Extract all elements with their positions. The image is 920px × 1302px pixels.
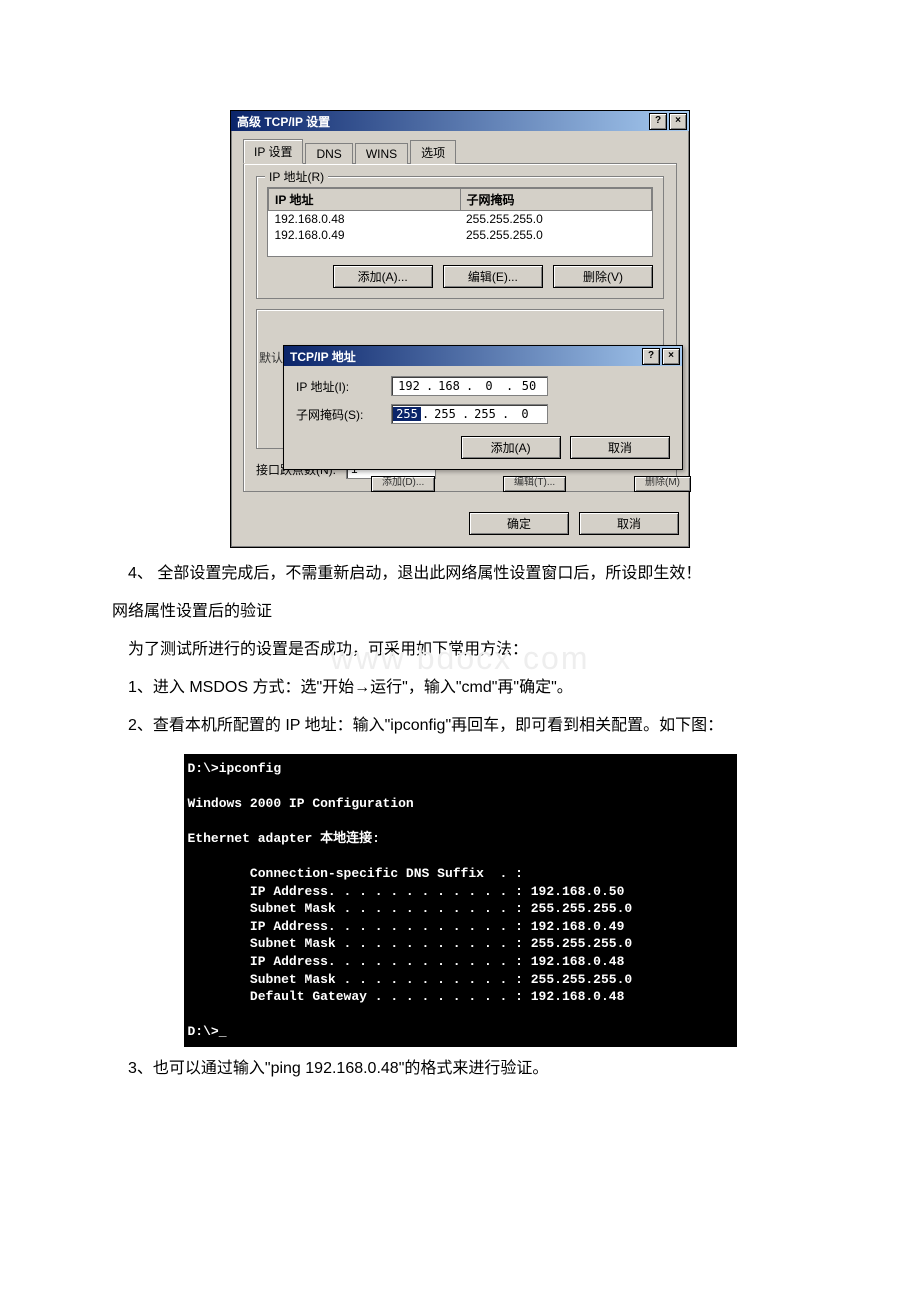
table-row[interactable]: 192.168.0.49 255.255.255.0 [269,227,652,243]
ipconfig-console-output: D:\>ipconfig Windows 2000 IP Configurati… [184,754,737,1047]
ip-address-groupbox: IP 地址(R) IP 地址 子网掩码 192.168.0.48 255.255… [256,176,664,299]
sub-cancel-button[interactable]: 取消 [570,436,670,459]
tab-dns[interactable]: DNS [305,143,352,164]
doc-step1: 1、进入 MSDOS 方式：选"开始→运行"，输入"cmd"再"确定"。 [80,672,840,704]
gw-remove-button[interactable]: 删除(M) [634,476,691,492]
sub-dialog-titlebar: TCP/IP 地址 ? × [284,346,682,366]
doc-intro: 为了测试所进行的设置是否成功，可采用如下常用方法： [80,634,840,666]
mask-field-label: 子网掩码(S): [296,406,391,423]
doc-step2: 2、查看本机所配置的 IP 地址：输入"ipconfig"再回车，即可看到相关配… [80,710,840,742]
tab-ip-settings[interactable]: IP 设置 [243,139,303,164]
ip-address-input[interactable]: 192. 168. 0. 50 [391,376,548,396]
doc-step3: 3、也可以通过输入"ping 192.168.0.48"的格式来进行验证。 [80,1053,840,1085]
cancel-button[interactable]: 取消 [579,512,679,535]
tcpip-address-sub-dialog: TCP/IP 地址 ? × IP 地址(I): 192. 168. 0. 50 [283,345,683,470]
doc-step4: 4、 全部设置完成后，不需重新启动，退出此网络属性设置窗口后，所设即生效！ [80,558,840,590]
gateway-buttons-behind: 添加(D)... 编辑(T)... 删除(M) [371,476,691,492]
ip-address-list[interactable]: IP 地址 子网掩码 192.168.0.48 255.255.255.0 19… [267,187,653,257]
sub-dialog-title: TCP/IP 地址 [290,348,356,365]
table-row[interactable]: 192.168.0.48 255.255.255.0 [269,211,652,228]
edit-ip-button[interactable]: 编辑(E)... [443,265,543,288]
ip-field-label: IP 地址(I): [296,378,391,395]
dialog-title: 高级 TCP/IP 设置 [237,113,330,130]
close-icon[interactable]: × [669,113,687,130]
sub-add-button[interactable]: 添加(A) [461,436,561,459]
gw-add-button[interactable]: 添加(D)... [371,476,435,492]
close-icon[interactable]: × [662,348,680,365]
add-ip-button[interactable]: 添加(A)... [333,265,433,288]
tab-wins[interactable]: WINS [355,143,408,164]
doc-verify-heading: 网络属性设置后的验证 [80,596,840,628]
help-icon[interactable]: ? [649,113,667,130]
tab-options[interactable]: 选项 [410,140,456,164]
dialog-titlebar: 高级 TCP/IP 设置 ? × [231,111,689,131]
col-mask: 子网掩码 [460,189,652,211]
ip-group-legend: IP 地址(R) [265,168,328,185]
advanced-tcpip-dialog: 高级 TCP/IP 设置 ? × IP 设置 DNS WINS 选项 IP 地址… [230,110,690,548]
ok-button[interactable]: 确定 [469,512,569,535]
default-label-cut: 默认 [259,349,283,366]
document-body: 4、 全部设置完成后，不需重新启动，退出此网络属性设置窗口后，所设即生效！ 网络… [80,558,840,742]
subnet-mask-input[interactable]: 255. 255. 255. 0 [391,404,548,424]
gw-edit-button[interactable]: 编辑(T)... [503,476,566,492]
remove-ip-button[interactable]: 删除(V) [553,265,653,288]
help-icon[interactable]: ? [642,348,660,365]
col-ip: IP 地址 [269,189,461,211]
